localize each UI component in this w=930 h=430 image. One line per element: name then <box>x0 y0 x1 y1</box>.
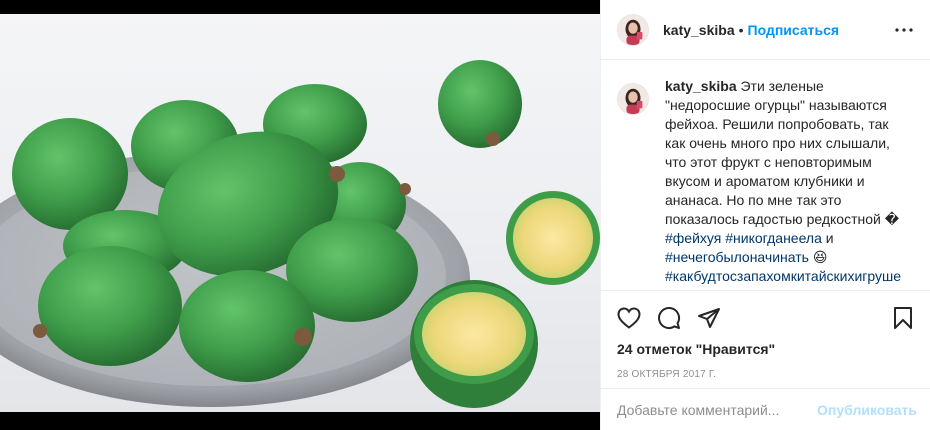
caption-row: katy_skiba Эти зеленые "недоросшие огурц… <box>617 77 917 290</box>
comments-area: katy_skiba Эти зеленые "недоросшие огурц… <box>601 61 930 290</box>
post-image-panel <box>0 0 600 430</box>
hashtag-nikogdaneela[interactable]: #никогданеела <box>725 230 822 246</box>
post-photo[interactable] <box>0 14 600 412</box>
heart-icon[interactable] <box>615 304 643 332</box>
post-sidebar: katy_skiba • Подписаться katy_skiba Эти … <box>600 0 930 430</box>
hashtag-nechegobylonachinat[interactable]: #нечегобылоначинать <box>665 249 809 265</box>
hashtag-feikhuya[interactable]: #фейхуя <box>665 230 721 246</box>
caption-avatar[interactable] <box>617 83 649 115</box>
avatar-image <box>618 84 648 114</box>
action-icons-row <box>615 301 917 335</box>
post-date[interactable]: 28 ОКТЯБРЯ 2017 Г. <box>615 369 917 380</box>
avatar-image <box>618 14 648 45</box>
caption-body: Эти зеленые "недоросшие огурцы" называют… <box>665 78 890 227</box>
hashtag-kakbudto[interactable]: #какбудтосзапахомкитайскихигрушек <box>665 268 901 290</box>
feijoa-illustration <box>0 60 600 408</box>
likes-count[interactable]: 24 отметок "Нравится" <box>615 341 917 357</box>
laugh-emoji: 😆 <box>812 249 828 265</box>
caption-and: и <box>821 230 834 246</box>
caption-username[interactable]: katy_skiba <box>665 78 737 94</box>
add-comment-bar: Опубликовать <box>601 388 930 430</box>
post-actions: 24 отметок "Нравится" 28 ОКТЯБРЯ 2017 Г. <box>601 290 930 380</box>
publish-button[interactable]: Опубликовать <box>817 402 917 418</box>
comment-icon[interactable] <box>655 304 683 332</box>
caption-text: katy_skiba Эти зеленые "недоросшие огурц… <box>665 77 905 290</box>
follow-button[interactable]: Подписаться <box>748 22 840 38</box>
share-icon[interactable] <box>695 304 723 332</box>
header-username[interactable]: katy_skiba <box>663 22 735 38</box>
more-horizontal-icon[interactable] <box>892 18 916 42</box>
user-avatar[interactable] <box>617 13 649 46</box>
separator-dot: • <box>738 21 744 38</box>
comment-input[interactable] <box>617 401 818 418</box>
unsupported-emoji: � <box>884 211 900 227</box>
post-header: katy_skiba • Подписаться <box>601 0 930 60</box>
bookmark-icon[interactable] <box>889 304 917 332</box>
